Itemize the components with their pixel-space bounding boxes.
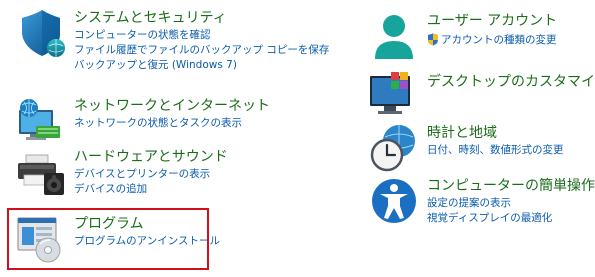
link-suggested-settings[interactable]: 設定の提案の表示 xyxy=(427,196,595,211)
accessibility-icon[interactable] xyxy=(369,176,419,226)
clock-globe-icon[interactable] xyxy=(369,123,419,173)
category-clock-region: 時計と地域 日付、時刻、数値形式の変更 xyxy=(369,123,564,173)
category-ease-of-access: コンピューターの簡単操作 設定の提案の表示 視覚ディスプレイの最適化 xyxy=(369,176,595,226)
link-change-date-time-format[interactable]: 日付、時刻、数値形式の変更 xyxy=(427,143,564,158)
category-title-appearance[interactable]: デスクトップのカスタマイズ xyxy=(427,72,595,92)
monitor-palette-icon[interactable] xyxy=(369,72,419,122)
category-system-security: システムとセキュリティ コンピューターの状態を確認 ファイル履歴でファイルのバッ… xyxy=(16,8,329,73)
category-hardware-sound: ハードウェアとサウンド デバイスとプリンターの表示 デバイスの追加 xyxy=(16,147,228,197)
link-network-status-tasks[interactable]: ネットワークの状態とタスクの表示 xyxy=(74,116,270,131)
link-add-device[interactable]: デバイスの追加 xyxy=(74,182,228,197)
link-devices-printers[interactable]: デバイスとプリンターの表示 xyxy=(74,167,228,182)
category-title-ease-of-access[interactable]: コンピューターの簡単操作 xyxy=(427,176,595,196)
link-file-history-backup[interactable]: ファイル履歴でファイルのバックアップ コピーを保存 xyxy=(74,43,329,58)
shield-icon[interactable] xyxy=(16,8,66,58)
category-user-accounts: ユーザー アカウント アカウントの種類の変更 xyxy=(369,11,557,61)
category-title-hardware-sound[interactable]: ハードウェアとサウンド xyxy=(74,147,228,167)
link-row-change-account-type: アカウントの種類の変更 xyxy=(427,31,557,50)
link-optimize-visual-display[interactable]: 視覚ディスプレイの最適化 xyxy=(427,211,595,226)
control-panel-categories: システムとセキュリティ コンピューターの状態を確認 ファイル履歴でファイルのバッ… xyxy=(0,0,595,277)
category-appearance: デスクトップのカスタマイズ xyxy=(369,72,595,122)
link-backup-restore-win7[interactable]: バックアップと復元 (Windows 7) xyxy=(74,58,329,73)
category-title-user-accounts[interactable]: ユーザー アカウント xyxy=(427,11,557,31)
printer-speaker-icon[interactable] xyxy=(16,147,66,197)
link-check-computer-status[interactable]: コンピューターの状態を確認 xyxy=(74,28,329,43)
category-title-network-internet[interactable]: ネットワークとインターネット xyxy=(74,96,270,116)
link-change-account-type[interactable]: アカウントの種類の変更 xyxy=(441,33,557,48)
network-globe-icon[interactable] xyxy=(16,96,66,146)
category-title-clock-region[interactable]: 時計と地域 xyxy=(427,123,564,143)
user-icon[interactable] xyxy=(369,11,419,61)
uac-shield-icon xyxy=(427,31,439,50)
highlight-box xyxy=(7,208,209,270)
category-network-internet: ネットワークとインターネット ネットワークの状態とタスクの表示 xyxy=(16,96,270,146)
category-title-system-security[interactable]: システムとセキュリティ xyxy=(74,8,329,28)
